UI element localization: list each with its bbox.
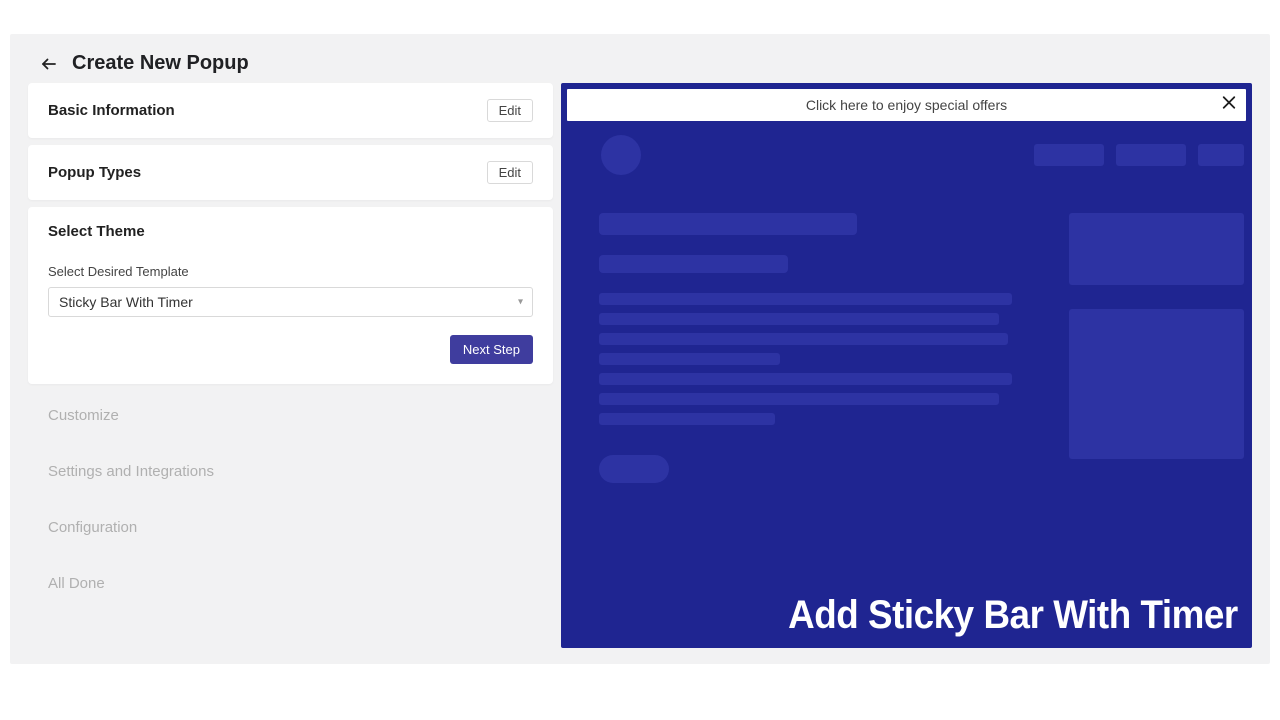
preview-nav-placeholder xyxy=(601,135,1244,175)
nav-buttons-placeholder xyxy=(1034,144,1244,166)
paragraph-placeholder xyxy=(599,293,1029,425)
step-title: Basic Information xyxy=(48,102,175,119)
step-all-done: All Done xyxy=(28,559,553,608)
nav-btn-placeholder xyxy=(1198,144,1244,166)
close-icon[interactable] xyxy=(1220,94,1238,117)
subtitle-placeholder xyxy=(599,255,788,273)
sticky-bar[interactable]: Click here to enjoy special offers xyxy=(567,89,1246,121)
button-placeholder xyxy=(599,455,669,483)
preview-body-placeholder xyxy=(599,213,1244,483)
app-body: Basic Information Edit Popup Types Edit … xyxy=(10,83,1270,657)
text-line-placeholder xyxy=(599,333,1008,345)
text-line-placeholder xyxy=(599,293,1012,305)
step-select-theme: Select Theme Select Desired Template Sti… xyxy=(28,207,553,384)
step-title: Select Theme xyxy=(48,223,533,240)
preview-main-placeholder xyxy=(599,213,1029,483)
step-settings-integrations: Settings and Integrations xyxy=(28,447,553,496)
template-select[interactable]: Sticky Bar With Timer xyxy=(48,287,533,317)
text-line-placeholder xyxy=(599,373,1012,385)
title-placeholder xyxy=(599,213,857,235)
step-basic-information: Basic Information Edit xyxy=(28,83,553,138)
text-line-placeholder xyxy=(599,353,780,365)
edit-button[interactable]: Edit xyxy=(487,99,533,122)
edit-button[interactable]: Edit xyxy=(487,161,533,184)
page-title: Create New Popup xyxy=(72,52,249,75)
sticky-bar-text: Click here to enjoy special offers xyxy=(806,97,1007,113)
preview-caption: Add Sticky Bar With Timer xyxy=(788,593,1238,638)
popup-preview: Click here to enjoy special offers xyxy=(561,83,1252,648)
step-customize: Customize xyxy=(28,391,553,440)
step-configuration: Configuration xyxy=(28,503,553,552)
template-select-wrap: Sticky Bar With Timer ▾ xyxy=(48,287,533,317)
app-header: Create New Popup xyxy=(10,34,1270,83)
nav-btn-placeholder xyxy=(1034,144,1104,166)
preview-column: Click here to enjoy special offers xyxy=(561,83,1252,657)
app-window: Create New Popup Basic Information Edit … xyxy=(10,34,1270,664)
sidebar-block-placeholder xyxy=(1069,213,1244,285)
template-field-label: Select Desired Template xyxy=(48,264,533,279)
avatar-placeholder xyxy=(601,135,641,175)
nav-btn-placeholder xyxy=(1116,144,1186,166)
sidebar-block-placeholder xyxy=(1069,309,1244,459)
wizard-steps: Basic Information Edit Popup Types Edit … xyxy=(28,83,553,657)
text-line-placeholder xyxy=(599,393,999,405)
text-line-placeholder xyxy=(599,413,775,425)
back-arrow-icon[interactable] xyxy=(40,55,58,73)
step-popup-types: Popup Types Edit xyxy=(28,145,553,200)
step-title: Popup Types xyxy=(48,164,141,181)
text-line-placeholder xyxy=(599,313,999,325)
preview-sidebar-placeholder xyxy=(1069,213,1244,483)
next-step-button[interactable]: Next Step xyxy=(450,335,533,364)
